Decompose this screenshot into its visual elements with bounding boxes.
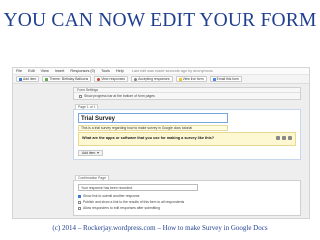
email-icon: [212, 77, 216, 81]
plus-icon: [19, 77, 22, 81]
duplicate-icon[interactable]: [282, 136, 286, 140]
view-responses-label: View responses: [101, 77, 126, 81]
form-description-field[interactable]: This is a trial survey regarding how to …: [78, 125, 228, 131]
edit-icon[interactable]: [276, 136, 280, 140]
progress-bar-checkbox[interactable]: [79, 94, 82, 98]
confirmation-message-field[interactable]: Your response has been recorded.: [78, 184, 198, 191]
responses-icon: [97, 77, 101, 81]
chevron-down-icon: [97, 152, 100, 154]
form-editor-body: Form Settings Show progress bar at the b…: [13, 84, 309, 218]
allow-edit-checkbox[interactable]: [78, 206, 81, 210]
menu-insert[interactable]: Insert: [55, 69, 65, 73]
add-item-label: Add item: [23, 77, 37, 81]
menu-edit[interactable]: Edit: [28, 69, 35, 73]
menu-help[interactable]: Help: [116, 69, 124, 73]
submit-another-checkbox[interactable]: [78, 194, 81, 198]
view-responses-button[interactable]: View responses: [94, 76, 129, 82]
view-form-icon: [178, 77, 182, 81]
add-item-dropdown-label: Add item: [82, 151, 96, 155]
confirmation-panel: Your response has been recorded. Show li…: [73, 180, 301, 216]
submit-another-option[interactable]: Show link to submit another response: [78, 194, 140, 198]
page-panel: Trial Survey This is a trial survey rega…: [73, 109, 301, 160]
accepting-icon: [134, 77, 138, 81]
screenshot-frame: File Edit View Insert Responses (0) Tool…: [12, 67, 310, 219]
add-item-button[interactable]: Add item: [16, 76, 40, 82]
delete-icon[interactable]: [288, 136, 292, 140]
email-form-label: Email this form: [216, 77, 240, 81]
publish-results-label: Publish and show a link to the results o…: [83, 200, 185, 204]
menu-tools[interactable]: Tools: [101, 69, 110, 73]
email-form-button[interactable]: Email this form: [209, 76, 243, 82]
slide-footer: (c) 2014 – Rockerjay.wordpress.com – How…: [52, 224, 268, 232]
theme-button[interactable]: Theme: Birthday Balloons: [42, 76, 92, 82]
form-toolbar: Add item Theme: Birthday Balloons View r…: [13, 75, 309, 84]
publish-results-checkbox[interactable]: [78, 200, 81, 204]
add-item-dropdown[interactable]: Add item: [78, 150, 104, 156]
view-live-form-label: View live form: [182, 77, 204, 81]
form-title-field[interactable]: Trial Survey: [78, 113, 228, 123]
accepting-responses-label: Accepting responses: [138, 77, 170, 81]
slide-title: YOU CAN NOW EDIT YOUR FORM: [3, 10, 317, 31]
view-live-form-button[interactable]: View live form: [175, 76, 207, 82]
question-actions: [276, 136, 292, 140]
question-item[interactable]: What are the apps or software that you u…: [78, 132, 296, 146]
progress-bar-option[interactable]: Show progress bar at the bottom of form …: [74, 93, 300, 99]
allow-edit-option[interactable]: Allow responders to edit responses after…: [78, 206, 160, 210]
form-settings-panel: Form Settings Show progress bar at the b…: [73, 87, 301, 100]
accepting-responses-button[interactable]: Accepting responses: [131, 76, 173, 82]
save-status: Last edit was made seconds ago by anonym…: [131, 69, 213, 73]
theme-icon: [45, 77, 49, 81]
submit-another-label: Show link to submit another response: [83, 194, 140, 198]
menu-view[interactable]: View: [41, 69, 49, 73]
publish-results-option[interactable]: Publish and show a link to the results o…: [78, 200, 184, 204]
question-text: What are the apps or software that you u…: [82, 136, 215, 140]
menu-bar: File Edit View Insert Responses (0) Tool…: [13, 68, 309, 75]
menu-file[interactable]: File: [16, 69, 22, 73]
menu-responses[interactable]: Responses (0): [70, 69, 95, 73]
progress-bar-label: Show progress bar at the bottom of form …: [84, 94, 155, 98]
allow-edit-label: Allow responders to edit responses after…: [83, 206, 160, 210]
theme-label: Theme: Birthday Balloons: [49, 77, 89, 81]
